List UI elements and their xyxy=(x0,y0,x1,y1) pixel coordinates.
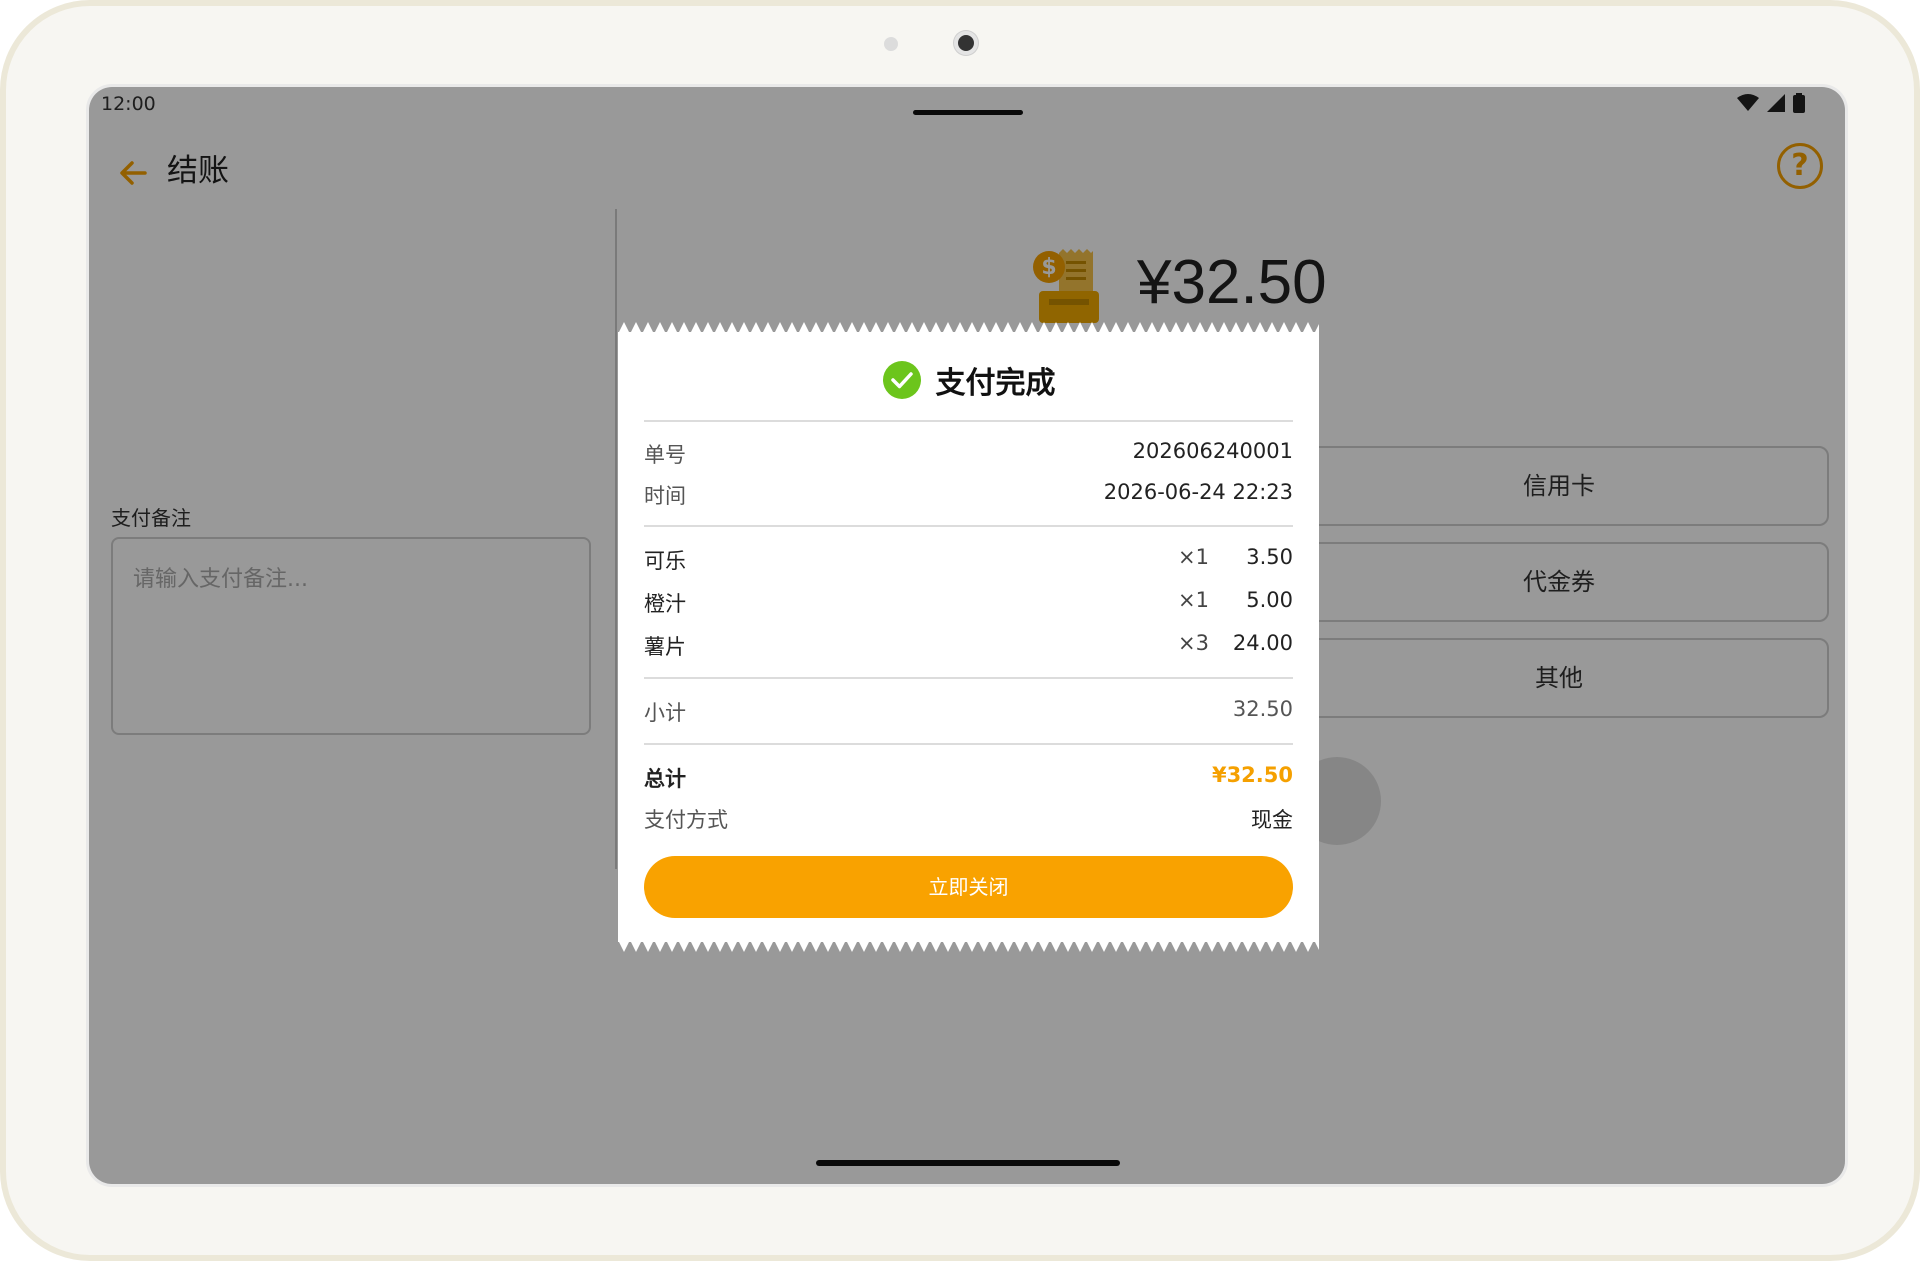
close-now-button[interactable]: 立即关闭 xyxy=(644,856,1293,918)
item-price: 24.00 xyxy=(1232,631,1293,655)
receipt-top-edge xyxy=(618,322,1319,334)
payment-method-label: 支付方式 xyxy=(644,808,728,832)
payment-method-value: 现金 xyxy=(1251,808,1293,832)
subtotal-label: 小计 xyxy=(644,701,686,725)
total-label: 总计 xyxy=(644,767,686,791)
tablet-frame: 12:00 结账 ? 支付备注 请输入支付备注... $ ¥32.50 信用卡 … xyxy=(0,0,1920,1261)
subtotal-row: 小计 32.50 xyxy=(644,697,1293,729)
divider xyxy=(644,677,1293,679)
divider xyxy=(644,525,1293,527)
item-name: 薯片 xyxy=(644,635,686,659)
screen: 12:00 结账 ? 支付备注 请输入支付备注... $ ¥32.50 信用卡 … xyxy=(86,84,1848,1187)
payment-method-row: 支付方式 现金 xyxy=(644,804,1293,836)
item-name: 可乐 xyxy=(644,549,686,573)
list-item: 橙汁 ×1 5.00 xyxy=(644,588,1293,620)
list-item: 薯片 ×3 24.00 xyxy=(644,631,1293,663)
order-time-row: 时间 2026-06-24 22:23 xyxy=(644,480,1293,512)
divider xyxy=(644,743,1293,745)
total-row: 总计 ¥32.50 xyxy=(644,763,1293,795)
sensor-dot xyxy=(884,37,898,51)
front-camera xyxy=(954,31,978,55)
item-qty: ×1 xyxy=(1178,588,1209,612)
order-time-value: 2026-06-24 22:23 xyxy=(1103,480,1293,504)
order-number-label: 单号 xyxy=(644,443,686,467)
check-circle-icon xyxy=(882,361,921,399)
receipt-bottom-edge xyxy=(618,940,1319,952)
item-qty: ×3 xyxy=(1178,631,1209,655)
list-item: 可乐 ×1 3.50 xyxy=(644,545,1293,577)
receipt-title: 支付完成 xyxy=(935,366,1056,401)
order-number-value: 202606240001 xyxy=(1132,439,1293,463)
item-price: 3.50 xyxy=(1246,545,1293,569)
subtotal-value: 32.50 xyxy=(1232,697,1293,721)
receipt-header: 支付完成 xyxy=(618,352,1319,408)
order-number-row: 单号 202606240001 xyxy=(644,439,1293,471)
order-time-label: 时间 xyxy=(644,484,686,508)
total-value: ¥32.50 xyxy=(1211,763,1293,787)
divider xyxy=(644,420,1293,422)
receipt-dialog: 支付完成 单号 202606240001 时间 2026-06-24 22:23… xyxy=(618,322,1319,952)
item-name: 橙汁 xyxy=(644,592,686,616)
item-price: 5.00 xyxy=(1246,588,1293,612)
item-qty: ×1 xyxy=(1178,545,1209,569)
